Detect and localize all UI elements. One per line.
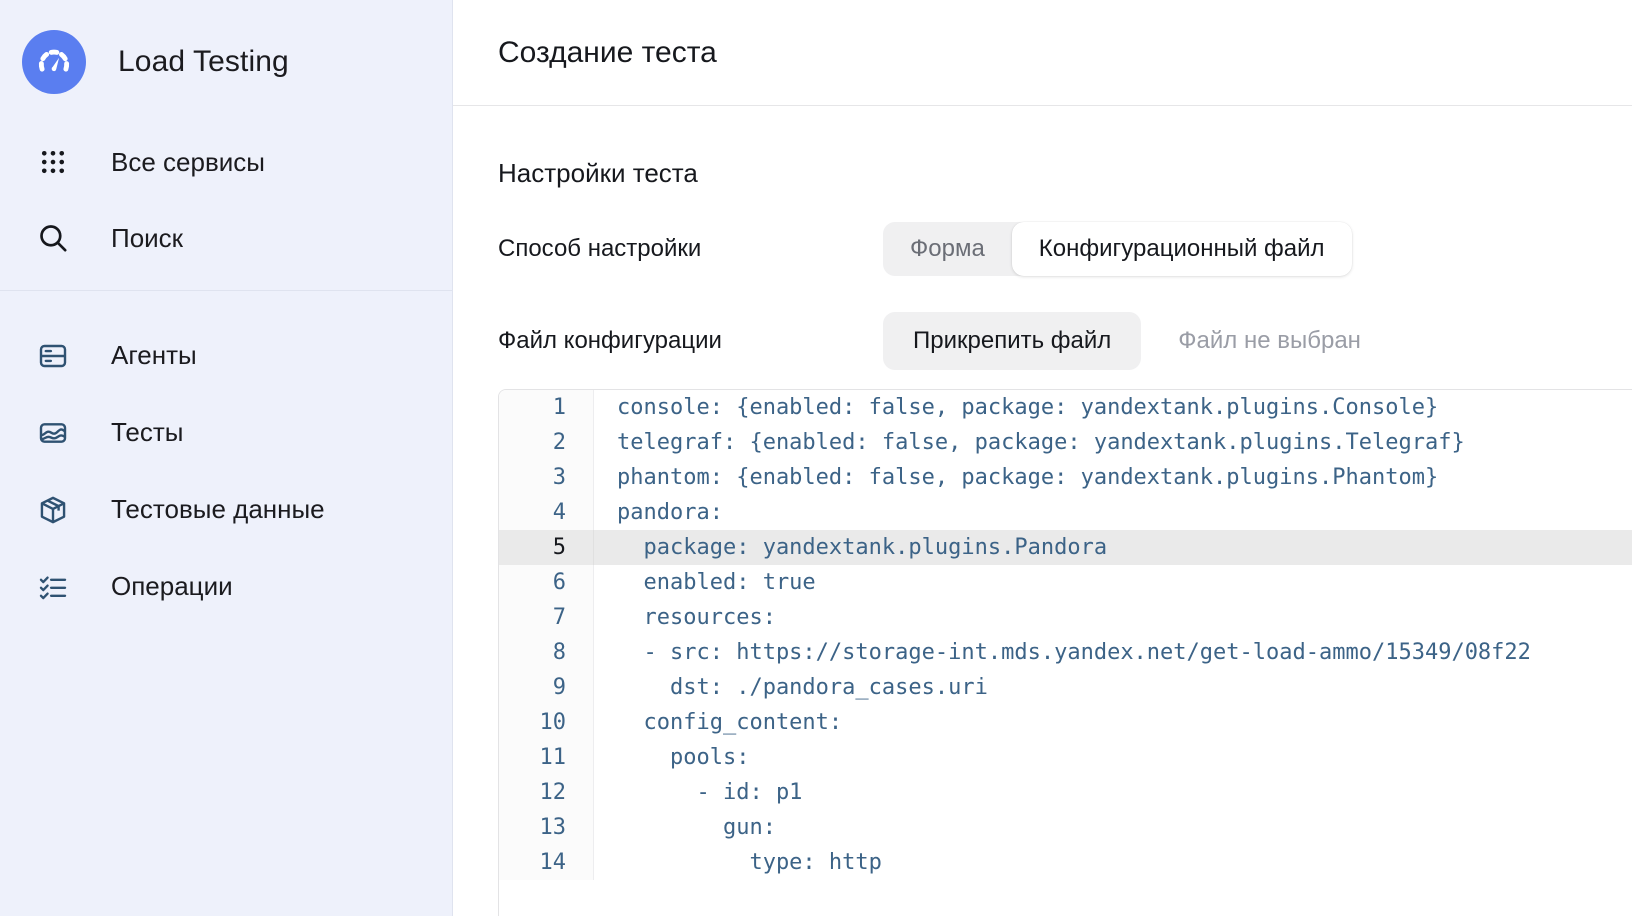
line-number: 8 [499,635,594,670]
sidebar-item-test-data[interactable]: Тестовые данные [0,471,452,548]
line-number: 3 [499,460,594,495]
attach-file-button[interactable]: Прикрепить файл [883,312,1142,370]
code-line[interactable]: 14 type: http [499,845,1632,880]
code-line[interactable]: 13 gun: [499,810,1632,845]
file-status-text: Файл не выбран [1178,327,1361,354]
code-line-text: phantom: {enabled: false, package: yande… [617,465,1439,490]
code-line[interactable]: 8 - src: https://storage-int.mds.yandex.… [499,635,1632,670]
sidebar-item-tests[interactable]: Тесты [0,394,452,471]
brand-title: Load Testing [118,45,289,78]
config-file-row: Файл конфигурации Прикрепить файл Файл н… [498,312,1632,370]
code-line-text: enabled: true [617,570,816,595]
code-line[interactable]: 1 console: {enabled: false, package: yand… [499,390,1632,425]
brand[interactable]: Load Testing [0,0,452,124]
line-number: 6 [499,565,594,600]
app-root: Load Testing Все сервисы Поиск Агенты Те… [0,0,1632,916]
code-line[interactable]: 11 pools: [499,740,1632,775]
checklist-icon [28,571,78,603]
line-number: 9 [499,670,594,705]
sidebar-item-agents[interactable]: Агенты [0,317,452,394]
line-number: 11 [499,740,594,775]
sidebar-item-label: Поиск [111,222,184,253]
code-line[interactable]: 12 - id: p1 [499,775,1632,810]
code-line[interactable]: 6 enabled: true [499,565,1632,600]
server-icon [28,340,78,372]
sidebar-item-search[interactable]: Поиск [0,200,452,276]
sidebar-item-label: Тестовые данные [111,494,325,524]
sidebar-item-label: Операции [111,571,233,601]
nav-bottom-group: Агенты Тесты Тестовые данные Операции [0,291,452,625]
sidebar-item-label: Тесты [111,417,184,447]
code-line-text: type: http [617,850,882,875]
sidebar-item-label: Агенты [111,340,197,370]
line-number: 7 [499,600,594,635]
page-header: Создание теста [453,0,1632,106]
section-title: Настройки теста [498,158,698,188]
code-line-text: package: yandextank.plugins.Pandora [617,535,1108,560]
code-line[interactable]: 7 resources: [499,600,1632,635]
sidebar-item-all-services[interactable]: Все сервисы [0,124,452,200]
code-line[interactable]: 9 dst: ./pandora_cases.uri [499,670,1632,705]
code-line-text: telegraf: {enabled: false, package: yand… [617,430,1465,455]
box-icon [28,494,78,526]
page-title: Создание теста [498,35,717,69]
line-number: 4 [499,495,594,530]
code-line-text: pools: [617,745,750,770]
config-code-editor[interactable]: 1 console: {enabled: false, package: yand… [498,389,1632,916]
speedometer-icon [22,30,86,94]
code-line[interactable]: 2 telegraf: {enabled: false, package: yan… [499,425,1632,460]
code-line[interactable]: 3 phantom: {enabled: false, package: yand… [499,460,1632,495]
code-line-text: resources: [617,605,776,630]
segment-config-file[interactable]: Конфигурационный файл [1011,222,1352,276]
code-line-text: pandora: [617,500,723,525]
code-line-text: console: {enabled: false, package: yande… [617,395,1439,420]
config-method-label: Способ настройки [498,235,702,262]
line-number: 5 [499,530,594,565]
chart-area-icon [28,417,78,449]
code-line-text: - id: p1 [617,780,803,805]
main-content: Создание теста Настройки теста Способ на… [453,0,1632,916]
code-line-text: config_content: [617,710,843,735]
code-line[interactable]: 5 package: yandextank.plugins.Pandora [499,530,1632,565]
search-icon [28,221,78,255]
line-number: 10 [499,705,594,740]
config-file-label: Файл конфигурации [498,327,722,354]
segment-form[interactable]: Форма [883,222,1012,276]
config-method-row: Способ настройки Форма Конфигурационный … [498,222,1632,276]
code-line-text: gun: [617,815,776,840]
code-line-text: dst: ./pandora_cases.uri [617,675,988,700]
code-line[interactable]: 4 pandora: [499,495,1632,530]
sidebar-item-label: Все сервисы [111,146,265,177]
code-line[interactable]: 10 config_content: [499,705,1632,740]
sidebar: Load Testing Все сервисы Поиск Агенты Те… [0,0,453,916]
line-number: 1 [499,390,594,425]
config-method-segmented-control[interactable]: Форма Конфигурационный файл [883,222,1352,276]
line-number: 13 [499,810,594,845]
line-number: 14 [499,845,594,880]
nav-top-group: Все сервисы Поиск [0,124,452,290]
grid-dots-icon [28,147,78,177]
line-number: 12 [499,775,594,810]
sidebar-item-operations[interactable]: Операции [0,548,452,625]
line-number: 2 [499,425,594,460]
code-line-text: - src: https://storage-int.mds.yandex.ne… [617,640,1531,665]
